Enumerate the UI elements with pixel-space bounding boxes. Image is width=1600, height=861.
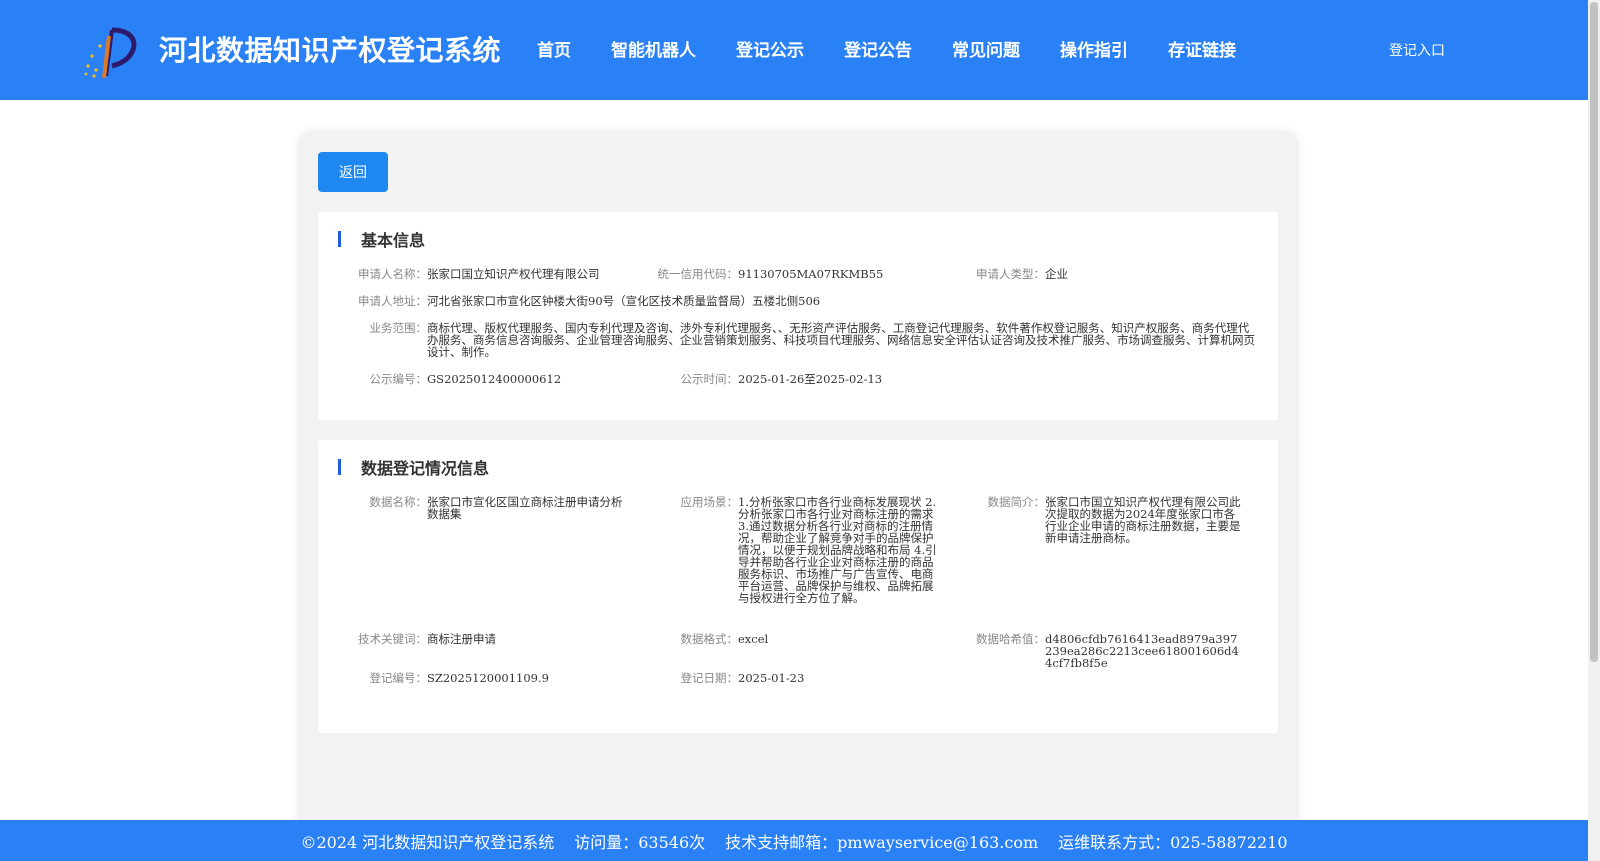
data-registration-card: 数据登记情况信息 数据名称： 张家口市宣化区国立商标注册申请分析数据集 应用场景… — [318, 440, 1278, 733]
nav-evidence-link[interactable]: 存证链接 — [1168, 36, 1236, 61]
section-marker — [338, 231, 341, 247]
footer-support-email: 技术支持邮箱：pmwayservice@163.com — [725, 832, 1039, 852]
nav-home[interactable]: 首页 — [537, 36, 571, 61]
notice-number-field: 公示编号： GS2025012400000612 — [355, 373, 647, 385]
field-value: GS2025012400000612 — [427, 372, 562, 386]
field-label: 业务范围： — [369, 321, 428, 335]
field-label: 数据名称： — [369, 495, 428, 509]
site-title: 河北数据知识产权登记系统 — [159, 34, 502, 67]
field-label: 数据哈希值： — [976, 632, 1045, 646]
field-label: 申请人地址： — [358, 294, 427, 308]
field-value: excel — [738, 632, 769, 646]
notice-time-field: 公示时间： 2025-01-26至2025-02-13 — [658, 373, 978, 385]
applicant-address-field: 申请人地址： 河北省张家口市宣化区钟楼大街90号（宣化区技术质量监督局）五楼北侧… — [355, 295, 1247, 307]
field-value: 张家口市国立知识产权代理有限公司此次提取的数据为2024年度张家口市各行业企业申… — [1045, 495, 1241, 545]
field-label: 申请人名称： — [358, 267, 427, 281]
field-value: 张家口国立知识产权代理有限公司 — [427, 267, 600, 281]
main-nav: 首页 智能机器人 登记公示 登记公告 常见问题 操作指引 存证链接 — [537, 34, 1276, 62]
applicant-type-field: 申请人类型： 企业 — [973, 268, 1145, 280]
tech-keywords-field: 技术关键词： 商标注册申请 — [355, 633, 623, 645]
field-value: 商标代理、版权代理服务、国内专利代理及咨询、涉外专利代理服务、、无形资产评估服务… — [427, 321, 1255, 359]
data-registration-header: 数据登记情况信息 — [338, 458, 490, 478]
footer-copyright: ©2024 河北数据知识产权登记系统 — [300, 832, 555, 852]
data-name-field: 数据名称： 张家口市宣化区国立商标注册申请分析数据集 — [355, 496, 623, 520]
footer-visit-count: 访问量：63546次 — [574, 832, 706, 852]
field-value: 企业 — [1045, 267, 1068, 281]
data-format-field: 数据格式： excel — [658, 633, 938, 645]
field-label: 应用场景： — [680, 495, 739, 509]
field-value: 2025-01-26至2025-02-13 — [738, 372, 883, 386]
footer-ops-phone: 运维联系方式：025-58872210 — [1058, 832, 1288, 852]
site-logo-icon — [84, 27, 137, 79]
nav-registration-publicity[interactable]: 登记公示 — [736, 36, 804, 61]
field-label: 公示编号： — [369, 372, 428, 386]
field-value: 河北省张家口市宣化区钟楼大街90号（宣化区技术质量监督局）五楼北侧506 — [427, 294, 821, 308]
field-value: 商标注册申请 — [427, 632, 496, 646]
field-label: 公示时间： — [680, 372, 739, 386]
registration-date-field: 登记日期： 2025-01-23 — [658, 672, 938, 684]
field-value: 张家口市宣化区国立商标注册申请分析数据集 — [427, 495, 623, 521]
field-label: 统一信用代码： — [657, 267, 739, 281]
back-button[interactable]: 返回 — [318, 152, 388, 192]
section-title: 基本信息 — [361, 231, 426, 250]
section-marker — [338, 459, 341, 475]
field-label: 数据格式： — [680, 632, 739, 646]
applicant-name-field: 申请人名称： 张家口国立知识产权代理有限公司 — [355, 268, 647, 280]
field-label: 登记编号： — [369, 671, 428, 685]
page-scrollbar[interactable] — [1588, 0, 1600, 861]
top-navigation-bar: 河北数据知识产权登记系统 首页 智能机器人 登记公示 登记公告 常见问题 操作指… — [0, 0, 1588, 100]
footer-bar: ©2024 河北数据知识产权登记系统 访问量：63546次 技术支持邮箱：pmw… — [0, 820, 1588, 861]
section-title: 数据登记情况信息 — [361, 459, 490, 478]
basic-info-header: 基本信息 — [338, 230, 426, 250]
field-value: d4806cfdb7616413ead8979a397239ea286c2213… — [1045, 632, 1239, 670]
field-label: 申请人类型： — [976, 267, 1045, 281]
nav-faq[interactable]: 常见问题 — [952, 36, 1020, 61]
scrollbar-thumb[interactable] — [1590, 2, 1598, 662]
detail-panel: 返回 基本信息 申请人名称： 张家口国立知识产权代理有限公司 统一信用代码： 9… — [298, 131, 1298, 861]
nav-robot[interactable]: 智能机器人 — [611, 36, 696, 61]
business-scope-field: 业务范围： 商标代理、版权代理服务、国内专利代理及咨询、涉外专利代理服务、、无形… — [355, 322, 1259, 358]
field-value: SZ2025120001109.9 — [427, 671, 549, 685]
registration-number-field: 登记编号： SZ2025120001109.9 — [355, 672, 623, 684]
credit-code-field: 统一信用代码： 91130705MA07RKMB55 — [648, 268, 938, 280]
nav-guide[interactable]: 操作指引 — [1060, 36, 1128, 61]
data-hash-field: 数据哈希值： d4806cfdb7616413ead8979a397239ea2… — [973, 633, 1243, 669]
nav-registration-announcement[interactable]: 登记公告 — [844, 36, 912, 61]
basic-info-card: 基本信息 申请人名称： 张家口国立知识产权代理有限公司 统一信用代码： 9113… — [318, 212, 1278, 420]
data-summary-field: 数据简介： 张家口市国立知识产权代理有限公司此次提取的数据为2024年度张家口市… — [973, 496, 1241, 544]
application-scenario-field: 应用场景： 1.分析张家口市各行业商标发展现状 2.分析张家口市各行业对商标注册… — [658, 496, 938, 604]
field-value: 2025-01-23 — [738, 671, 805, 685]
login-entry-link[interactable]: 登记入口 — [1389, 40, 1445, 60]
field-value: 91130705MA07RKMB55 — [738, 267, 884, 281]
field-value: 1.分析张家口市各行业商标发展现状 2.分析张家口市各行业对商标注册的需求 3.… — [738, 495, 937, 605]
field-label: 数据简介： — [987, 495, 1046, 509]
field-label: 登记日期： — [680, 671, 739, 685]
field-label: 技术关键词： — [358, 632, 427, 646]
